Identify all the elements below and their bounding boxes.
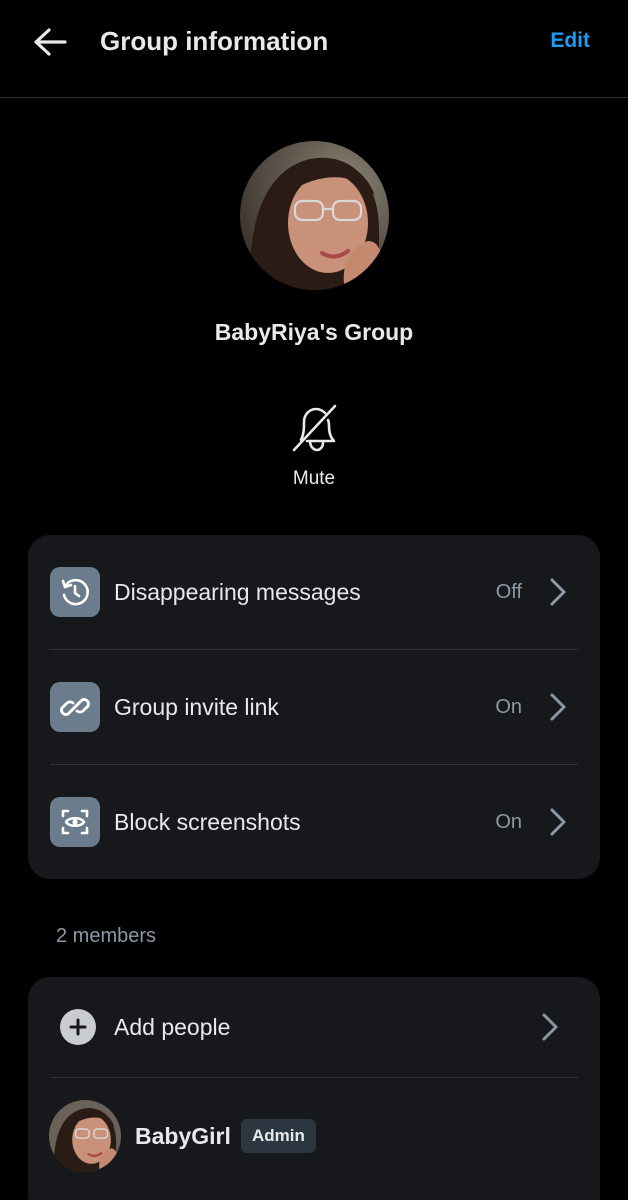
mute-button[interactable]: Mute [274, 400, 354, 496]
chevron-right-icon [550, 693, 566, 721]
chevron-right-icon [542, 1013, 558, 1041]
group-photo [240, 141, 389, 290]
chevron-right-icon [550, 578, 566, 606]
setting-label: Group invite link [114, 694, 279, 720]
link-icon [50, 682, 100, 732]
screenshot-eye-icon [50, 797, 100, 847]
setting-value: Off [495, 581, 522, 603]
members-card: Add people BabyGirl Admin [28, 977, 600, 1200]
avatar [49, 1100, 121, 1172]
mute-label: Mute [292, 468, 336, 489]
members-count: 2 members [56, 925, 157, 947]
setting-value: On [495, 811, 522, 833]
setting-value: On [495, 696, 522, 718]
page-title: Group information [100, 26, 329, 56]
member-row[interactable]: BabyGirl Admin [28, 1078, 600, 1193]
setting-label: Disappearing messages [114, 579, 361, 605]
timer-history-icon [50, 567, 100, 617]
group-info-screen: Group information Edit BabyRiya's Group … [0, 0, 628, 1200]
disappearing-messages-row[interactable]: Disappearing messages Off [28, 535, 600, 650]
add-people-row[interactable]: Add people [28, 977, 600, 1077]
group-name: BabyRiya's Group [214, 319, 414, 345]
bell-off-icon [292, 404, 337, 452]
group-avatar[interactable] [240, 141, 389, 290]
back-button[interactable] [28, 22, 72, 62]
admin-badge: Admin [241, 1119, 316, 1153]
chevron-right-icon [550, 808, 566, 836]
settings-card: Disappearing messages Off Group invite l… [28, 535, 600, 879]
member-name: BabyGirl [135, 1123, 231, 1149]
block-screenshots-row[interactable]: Block screenshots On [28, 765, 600, 880]
setting-label: Block screenshots [114, 809, 301, 835]
group-invite-link-row[interactable]: Group invite link On [28, 650, 600, 765]
arrow-left-icon [34, 28, 67, 56]
plus-icon [60, 1009, 96, 1045]
add-people-label: Add people [114, 1014, 231, 1040]
top-bar: Group information Edit [0, 0, 628, 98]
edit-button[interactable]: Edit [550, 26, 590, 56]
